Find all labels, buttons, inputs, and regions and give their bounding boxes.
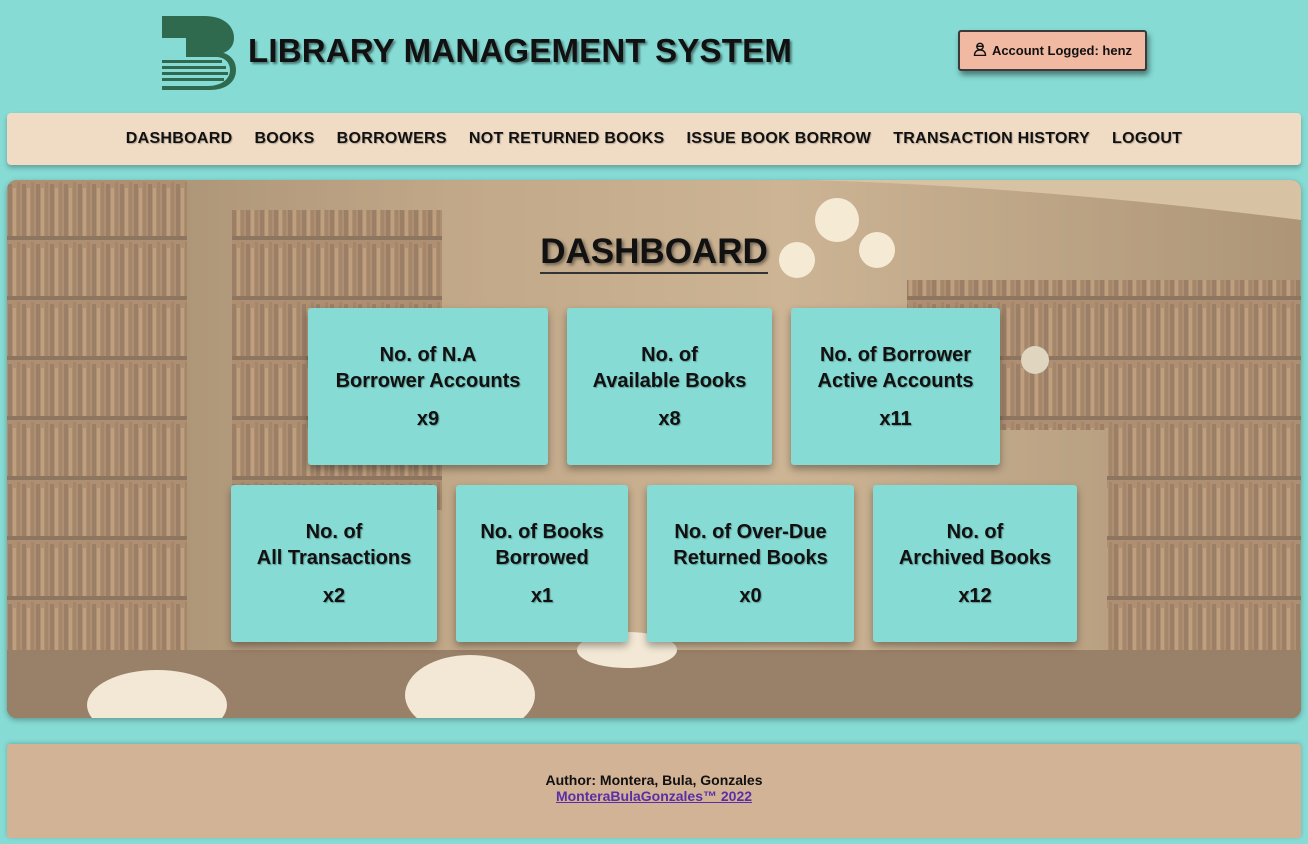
card-value: x8 bbox=[658, 408, 681, 430]
stat-card-na-borrower-accounts: No. of N.A Borrower Accounts x9 bbox=[308, 308, 548, 465]
card-value: x9 bbox=[416, 408, 440, 430]
account-badge[interactable]: Account Logged: henz bbox=[958, 30, 1147, 71]
card-value: x11 bbox=[879, 408, 912, 430]
library-logo bbox=[160, 16, 236, 90]
footer: Author: Montera, Bula, Gonzales MonteraB… bbox=[7, 744, 1301, 838]
stat-card-available-books: No. of Available Books x8 bbox=[567, 308, 772, 465]
dashboard-title: DASHBOARD bbox=[540, 232, 768, 274]
card-label: No. of Available Books bbox=[592, 344, 747, 392]
nav-not-returned-books[interactable]: NOT RETURNED BOOKS bbox=[469, 130, 665, 148]
stat-card-books-borrowed: No. of Books Borrowed x1 bbox=[456, 485, 628, 642]
card-label: No. of N.A Borrower Accounts bbox=[335, 344, 521, 392]
footer-author: Author: Montera, Bula, Gonzales bbox=[545, 772, 763, 788]
nav-books[interactable]: BOOKS bbox=[254, 130, 314, 148]
site-title: LIBRARY MANAGEMENT SYSTEM bbox=[248, 32, 793, 69]
nav-transaction-history[interactable]: TRANSACTION HISTORY bbox=[893, 130, 1090, 148]
stat-card-active-borrower-accounts: No. of Borrower Active Accounts x11 bbox=[791, 308, 1000, 465]
nav-dashboard[interactable]: DASHBOARD bbox=[126, 130, 233, 148]
stat-card-all-transactions: No. of All Transactions x2 bbox=[231, 485, 437, 642]
stat-card-archived-books: No. of Archived Books x12 bbox=[873, 485, 1077, 642]
card-value: x1 bbox=[530, 585, 554, 607]
dashboard-panel: DASHBOARD No. of N.A Borrower Accounts x… bbox=[7, 180, 1301, 718]
footer-copyright-link[interactable]: MonteraBulaGonzales™ 2022 bbox=[7, 788, 1301, 805]
card-value: x12 bbox=[958, 585, 992, 607]
nav-borrowers[interactable]: BORROWERS bbox=[337, 130, 447, 148]
card-label: No. of Borrower Active Accounts bbox=[817, 344, 974, 392]
nav-issue-book-borrow[interactable]: ISSUE BOOK BORROW bbox=[687, 130, 872, 148]
card-label: No. of Books Borrowed bbox=[480, 521, 604, 569]
card-label: No. of All Transactions bbox=[256, 521, 412, 569]
stat-card-overdue-returned-books: No. of Over-Due Returned Books x0 bbox=[647, 485, 854, 642]
card-label: No. of Archived Books bbox=[898, 521, 1052, 569]
card-value: x0 bbox=[739, 585, 762, 607]
nav-logout[interactable]: LOGOUT bbox=[1112, 130, 1182, 148]
main-nav: DASHBOARD BOOKS BORROWERS NOT RETURNED B… bbox=[7, 113, 1301, 165]
dashboard-heading: DASHBOARD bbox=[7, 232, 1301, 274]
card-value: x2 bbox=[322, 585, 346, 607]
user-icon bbox=[973, 42, 987, 59]
account-label: Account Logged: henz bbox=[991, 43, 1133, 58]
card-label: No. of Over-Due Returned Books bbox=[673, 521, 828, 569]
